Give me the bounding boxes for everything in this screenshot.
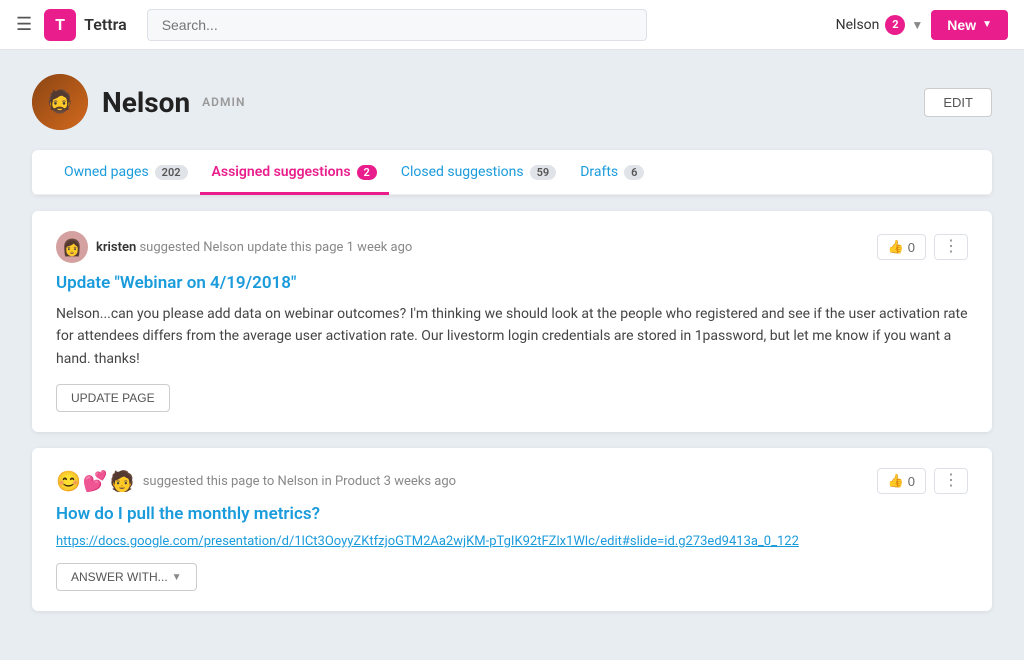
new-chevron-icon: ▼	[982, 19, 992, 30]
profile-name: Nelson	[102, 86, 190, 119]
tabs-row: Owned pages 202 Assigned suggestions 2 C…	[32, 150, 992, 195]
suggestion-avatar-1: 👩	[56, 231, 88, 263]
suggestion-avatar-group-2: 😊 💕 🧑	[56, 469, 135, 493]
suggestion-author-1: kristen	[96, 240, 136, 255]
update-page-button[interactable]: UPDATE PAGE	[56, 384, 170, 412]
tab-assigned-badge: 2	[357, 165, 377, 180]
username-label: Nelson	[836, 17, 880, 33]
tab-owned-pages[interactable]: Owned pages 202	[52, 150, 200, 195]
suggestion-avatar-2a: 😊	[56, 469, 81, 493]
profile-header: 🧔 Nelson ADMIN EDIT	[32, 74, 992, 130]
user-menu[interactable]: Nelson 2 ▼	[836, 15, 924, 35]
suggestion-card-2: 😊 💕 🧑 suggested this page to Nelson in P…	[32, 448, 992, 611]
suggestion-actions-1: 👍 0 ⋮	[877, 234, 968, 260]
suggestion-title-2[interactable]: How do I pull the monthly metrics?	[56, 504, 968, 524]
tab-closed-suggestions[interactable]: Closed suggestions 59	[389, 150, 568, 195]
tabs-card: Owned pages 202 Assigned suggestions 2 C…	[32, 150, 992, 195]
thumbs-count-1: 0	[908, 240, 915, 255]
thumbs-up-icon: 👍	[888, 239, 904, 255]
tab-drafts-label: Drafts	[580, 164, 618, 180]
suggestion-action-text-1: suggested Nelson update this page 1 week…	[139, 240, 412, 255]
search-container	[147, 9, 647, 41]
suggestion-meta-2: 😊 💕 🧑 suggested this page to Nelson in P…	[56, 469, 456, 493]
suggestion-avatar-2c: 🧑	[110, 469, 135, 493]
suggestion-avatar-2b: 💕	[83, 469, 108, 493]
thumbs-up-button-1[interactable]: 👍 0	[877, 234, 926, 260]
notification-badge: 2	[885, 15, 905, 35]
more-options-button-2[interactable]: ⋮	[934, 468, 968, 494]
suggestion-meta-text-1: kristen suggested Nelson update this pag…	[96, 240, 412, 255]
page-container: 🧔 Nelson ADMIN EDIT Owned pages 202 Assi…	[0, 50, 1024, 651]
suggestion-meta-1: 👩 kristen suggested Nelson update this p…	[56, 231, 412, 263]
thumbs-up-icon-2: 👍	[888, 473, 904, 489]
profile-role: ADMIN	[202, 93, 245, 111]
suggestion-meta-text-2: suggested this page to Nelson in Product…	[143, 474, 456, 489]
menu-icon[interactable]: ☰	[16, 14, 32, 35]
suggestion-card-1: 👩 kristen suggested Nelson update this p…	[32, 211, 992, 432]
thumbs-count-2: 0	[908, 474, 915, 489]
avatar-image: 🧔	[32, 74, 88, 130]
more-options-button-1[interactable]: ⋮	[934, 234, 968, 260]
navbar: ☰ T Tettra Nelson 2 ▼ New ▼	[0, 0, 1024, 50]
tab-assigned-label: Assigned suggestions	[212, 164, 351, 180]
thumbs-up-button-2[interactable]: 👍 0	[877, 468, 926, 494]
app-name: Tettra	[84, 15, 127, 34]
answer-with-button[interactable]: ANSWER WITH... ▼	[56, 563, 197, 591]
tab-owned-label: Owned pages	[64, 164, 149, 180]
search-input[interactable]	[147, 9, 647, 41]
suggestion-header-2: 😊 💕 🧑 suggested this page to Nelson in P…	[56, 468, 968, 494]
avatar: 🧔	[32, 74, 88, 130]
tab-owned-badge: 202	[155, 165, 188, 180]
app-logo[interactable]: T Tettra	[44, 9, 127, 41]
suggestion-actions-2: 👍 0 ⋮	[877, 468, 968, 494]
new-button[interactable]: New ▼	[931, 10, 1008, 40]
tab-drafts-badge: 6	[624, 165, 644, 180]
suggestion-link-2[interactable]: https://docs.google.com/presentation/d/1…	[56, 534, 968, 549]
suggestion-body-1: Nelson...can you please add data on webi…	[56, 303, 968, 370]
nav-right: Nelson 2 ▼ New ▼	[836, 10, 1008, 40]
tab-closed-badge: 59	[530, 165, 557, 180]
answer-arrow-icon: ▼	[172, 572, 182, 583]
tab-assigned-suggestions[interactable]: Assigned suggestions 2	[200, 150, 389, 195]
tab-closed-label: Closed suggestions	[401, 164, 524, 180]
suggestion-header-1: 👩 kristen suggested Nelson update this p…	[56, 231, 968, 263]
edit-button[interactable]: EDIT	[924, 88, 992, 117]
logo-letter: T	[55, 15, 65, 34]
user-chevron-icon: ▼	[911, 18, 923, 32]
suggestion-title-1[interactable]: Update "Webinar on 4/19/2018"	[56, 273, 968, 293]
tab-drafts[interactable]: Drafts 6	[568, 150, 656, 195]
logo-box: T	[44, 9, 76, 41]
suggestion-action-text-2: suggested this page to Nelson in Product…	[143, 474, 456, 489]
